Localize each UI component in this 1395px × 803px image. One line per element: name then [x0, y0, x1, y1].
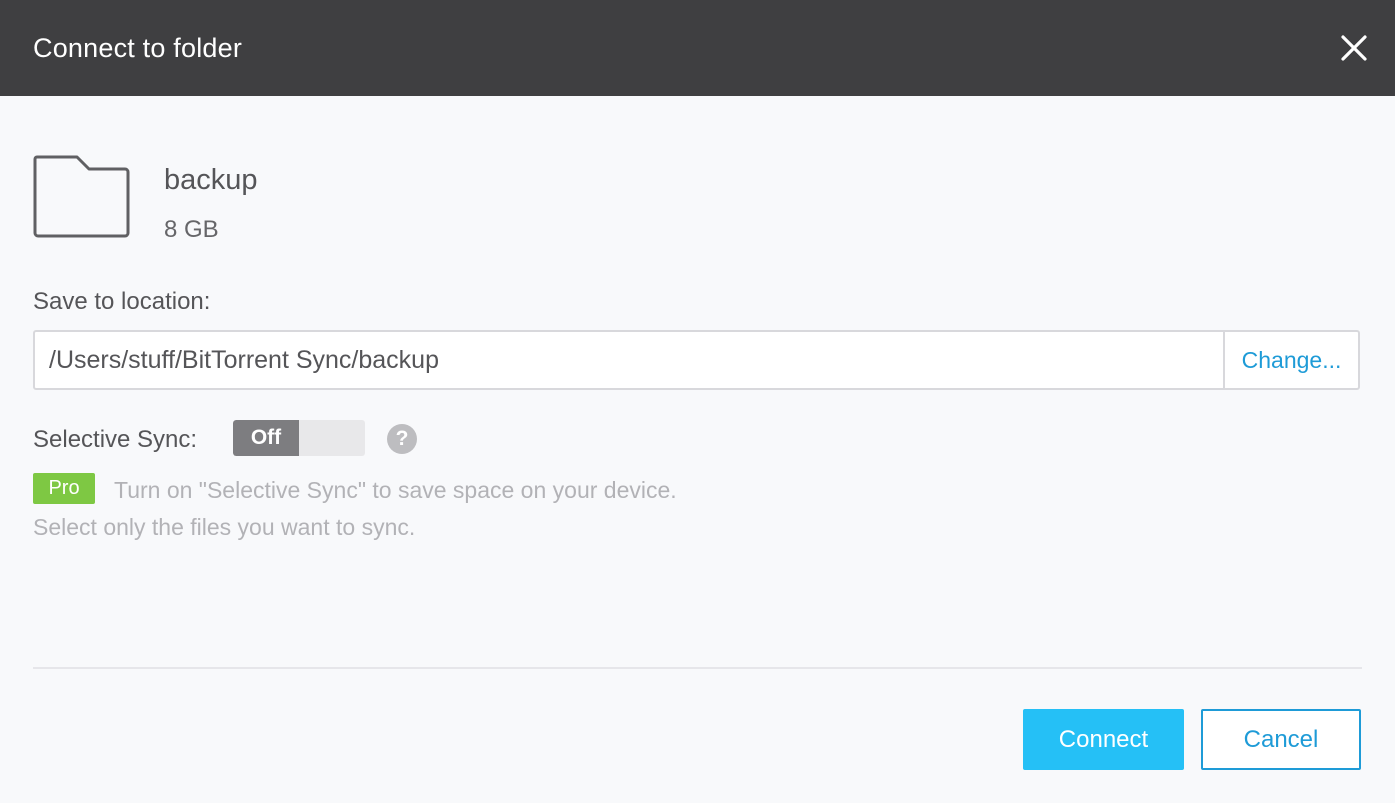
help-icon[interactable]: ? — [387, 424, 417, 454]
selective-sync-toggle[interactable]: Off — [233, 420, 365, 456]
folder-name: backup — [164, 164, 258, 196]
save-location-label: Save to location: — [33, 288, 211, 315]
connect-to-folder-dialog: Connect to folder backup 8 GB Save to lo… — [0, 0, 1395, 803]
change-location-button[interactable]: Change... — [1223, 332, 1358, 388]
dialog-title: Connect to folder — [33, 33, 243, 63]
pro-badge: Pro — [33, 473, 95, 504]
location-field: Change... — [33, 330, 1360, 390]
cancel-button[interactable]: Cancel — [1201, 709, 1361, 770]
selective-sync-hint-line1: Turn on "Selective Sync" to save space o… — [114, 477, 677, 503]
selective-sync-label: Selective Sync: — [33, 426, 198, 453]
selective-sync-hint-line2: Select only the files you want to sync. — [33, 514, 416, 540]
footer-divider — [33, 667, 1362, 669]
location-path-input[interactable] — [35, 332, 1223, 388]
dialog-titlebar: Connect to folder — [0, 0, 1395, 96]
folder-size: 8 GB — [164, 216, 219, 243]
toggle-state-label: Off — [233, 420, 299, 456]
close-button[interactable] — [1334, 28, 1374, 68]
connect-button[interactable]: Connect — [1023, 709, 1184, 770]
close-icon — [1341, 35, 1367, 61]
folder-icon — [33, 155, 130, 238]
